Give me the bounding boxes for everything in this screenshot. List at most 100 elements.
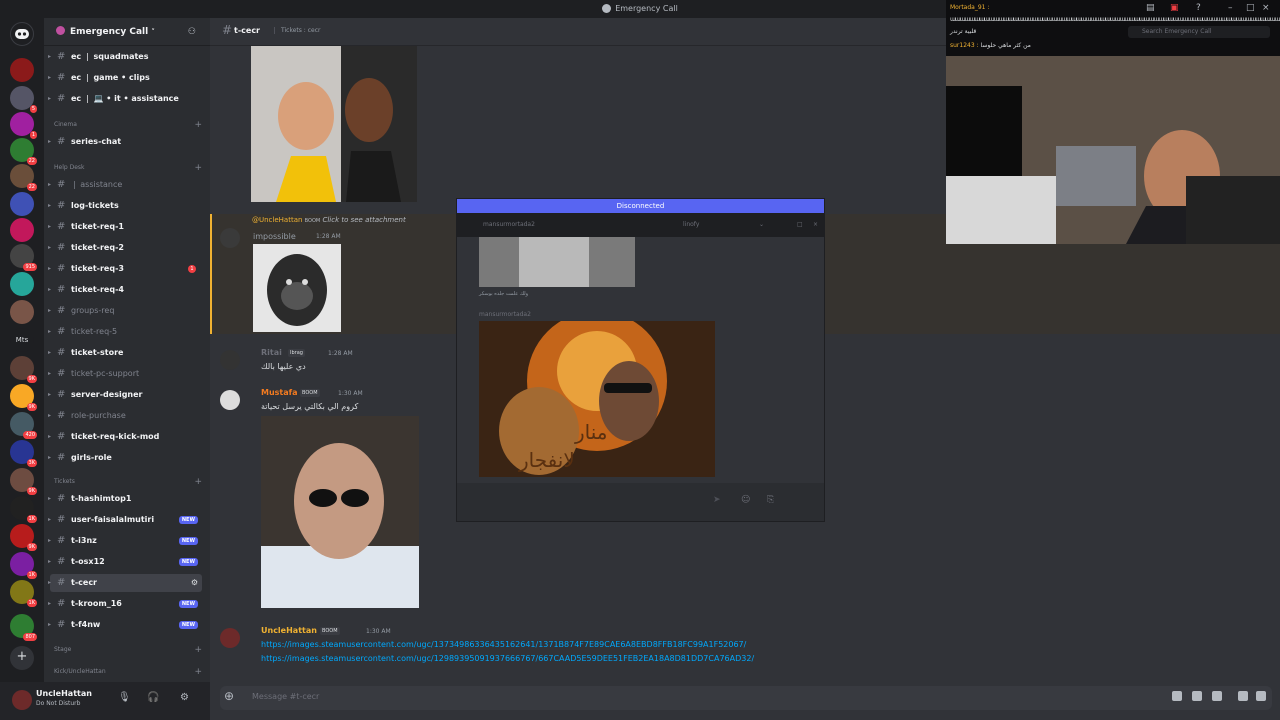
close-icon[interactable]: ×: [1262, 3, 1270, 13]
avatar[interactable]: [220, 628, 240, 648]
server-header[interactable]: Emergency Call ˅ ⚇: [44, 18, 210, 46]
server-icon[interactable]: 807: [10, 614, 37, 641]
message-author[interactable]: Ritai: [261, 348, 282, 357]
channel-item[interactable]: ▸ # user-faisalalmutiri NEW: [48, 511, 202, 529]
avatar[interactable]: [220, 350, 240, 370]
emoji-icon[interactable]: [1256, 691, 1266, 701]
server-icon[interactable]: 915: [10, 244, 37, 271]
message-link[interactable]: https://images.steamusercontent.com/ugc/…: [261, 654, 754, 663]
server-icon[interactable]: 22: [10, 138, 37, 165]
maximize-icon[interactable]: □: [797, 221, 803, 228]
settings-gear-icon[interactable]: ⚙: [191, 574, 198, 592]
channel-item[interactable]: ▸ # girls-role: [48, 449, 202, 467]
server-icon[interactable]: 1: [10, 112, 37, 139]
channel-item[interactable]: ▸ # t-hashimtop1: [48, 490, 202, 508]
tab-dm[interactable]: linofy: [683, 221, 699, 228]
channel-item[interactable]: ▸ # ticket-req-kick-mod: [48, 428, 202, 446]
server-icon[interactable]: Mts: [10, 328, 34, 352]
image-attachment[interactable]: [479, 237, 635, 287]
channel-item[interactable]: ▸ # log-tickets: [48, 197, 202, 215]
message-author[interactable]: mansurmortada2: [479, 311, 531, 318]
server-icon[interactable]: [10, 218, 34, 242]
channel-item[interactable]: ▸ # ec ❘ game • clips: [48, 69, 202, 87]
channel-item[interactable]: ▸ # ❘ assistance: [48, 176, 202, 194]
server-icon[interactable]: 1K: [10, 496, 37, 523]
headphones-icon[interactable]: 🎧: [147, 692, 159, 703]
microphone-icon[interactable]: 🎙: [118, 692, 131, 703]
server-icon[interactable]: [10, 58, 34, 82]
add-channel-icon[interactable]: +: [194, 475, 202, 489]
channel-item[interactable]: ▸ # series-chat: [48, 133, 202, 151]
avatar[interactable]: [220, 228, 240, 248]
help-icon[interactable]: ?: [1196, 3, 1201, 13]
channel-item[interactable]: ▸ # t-cecr ⚙: [48, 574, 202, 592]
channel-category[interactable]: Tickets +: [54, 475, 202, 489]
gif-icon[interactable]: [1192, 691, 1202, 701]
channel-item[interactable]: ▸ # ticket-req-4: [48, 281, 202, 299]
server-icon[interactable]: [10, 272, 34, 296]
add-channel-icon[interactable]: +: [194, 118, 202, 132]
add-channel-icon[interactable]: +: [194, 161, 202, 175]
channel-item[interactable]: ▸ # server-designer: [48, 386, 202, 404]
apps-icon[interactable]: [1238, 691, 1248, 701]
server-icon[interactable]: 22: [10, 164, 37, 191]
server-icon[interactable]: 9K: [10, 356, 37, 383]
inbox-icon[interactable]: ▤: [1146, 3, 1155, 13]
server-icon[interactable]: [10, 300, 34, 324]
image-attachment[interactable]: منار لانفجار: [479, 321, 715, 477]
server-icon[interactable]: 9K: [10, 524, 37, 551]
channel-item[interactable]: ▸ # ticket-req-5: [48, 323, 202, 341]
avatar[interactable]: [220, 390, 240, 410]
server-icon[interactable]: 420: [10, 412, 37, 439]
emoji-icon[interactable]: ☺: [741, 495, 750, 505]
channel-item[interactable]: ▸ # t-f4nw NEW: [48, 616, 202, 634]
attach-icon[interactable]: ⎘: [767, 495, 774, 505]
channel-category[interactable]: Help Desk +: [54, 161, 202, 175]
add-member-icon[interactable]: ⚇: [188, 18, 196, 46]
server-icon[interactable]: [10, 192, 34, 216]
close-icon[interactable]: ×: [813, 221, 818, 228]
image-attachment[interactable]: [253, 244, 341, 332]
gift-icon[interactable]: [1172, 691, 1182, 701]
server-icon[interactable]: 9K: [10, 384, 37, 411]
message-author[interactable]: impossible: [253, 232, 296, 241]
server-icon[interactable]: 1K: [10, 552, 37, 579]
channel-category[interactable]: Kick/UncleHattan +: [54, 665, 202, 679]
search-input[interactable]: Search Emergency Call: [1128, 26, 1270, 38]
server-icon[interactable]: 3K: [10, 440, 37, 467]
image-attachment[interactable]: [261, 416, 419, 608]
message-author[interactable]: UncleHattan: [261, 626, 317, 635]
add-channel-icon[interactable]: +: [194, 643, 202, 657]
add-channel-icon[interactable]: +: [194, 665, 202, 679]
maximize-icon[interactable]: □: [1246, 3, 1255, 13]
channel-item[interactable]: ▸ # ticket-pc-support: [48, 365, 202, 383]
add-server-icon[interactable]: +: [10, 646, 34, 670]
tab-dm[interactable]: mansurmortada2: [483, 221, 535, 228]
channel-category[interactable]: Cinema +: [54, 118, 202, 132]
reply-preview[interactable]: @UncleHattan BOOM Click to see attachmen…: [252, 216, 406, 224]
message-author[interactable]: Mustafa: [261, 388, 298, 397]
channel-category[interactable]: Stage +: [54, 643, 202, 657]
server-icon[interactable]: 1K: [10, 580, 37, 607]
server-icon[interactable]: 5: [10, 86, 37, 113]
image-attachment[interactable]: [251, 46, 417, 202]
channel-item[interactable]: ▸ # groups-req: [48, 302, 202, 320]
channel-item[interactable]: ▸ # t-osx12 NEW: [48, 553, 202, 571]
minimize-icon[interactable]: –: [1228, 3, 1233, 13]
message-input[interactable]: Message #t-cecr: [252, 692, 319, 701]
send-icon[interactable]: ➤: [713, 495, 721, 505]
avatar[interactable]: [12, 690, 32, 710]
record-icon[interactable]: ▣: [1170, 3, 1179, 13]
server-icon[interactable]: 9K: [10, 468, 37, 495]
settings-gear-icon[interactable]: ⚙: [180, 692, 189, 703]
sticker-icon[interactable]: [1212, 691, 1222, 701]
channel-item[interactable]: ▸ # ticket-req-3 1: [48, 260, 202, 278]
channel-item[interactable]: ▸ # ec ❘ squadmates: [48, 48, 202, 66]
add-attachment-icon[interactable]: ⊕: [224, 689, 234, 703]
chevron-down-icon[interactable]: ⌄: [759, 221, 764, 228]
channel-item[interactable]: ▸ # t-kroom_16 NEW: [48, 595, 202, 613]
channel-item[interactable]: ▸ # ticket-req-2: [48, 239, 202, 257]
channel-item[interactable]: ▸ # ticket-req-1: [48, 218, 202, 236]
channel-item[interactable]: ▸ # role-purchase: [48, 407, 202, 425]
channel-item[interactable]: ▸ # ec ❘ 💻 • it • assistance: [48, 90, 202, 108]
